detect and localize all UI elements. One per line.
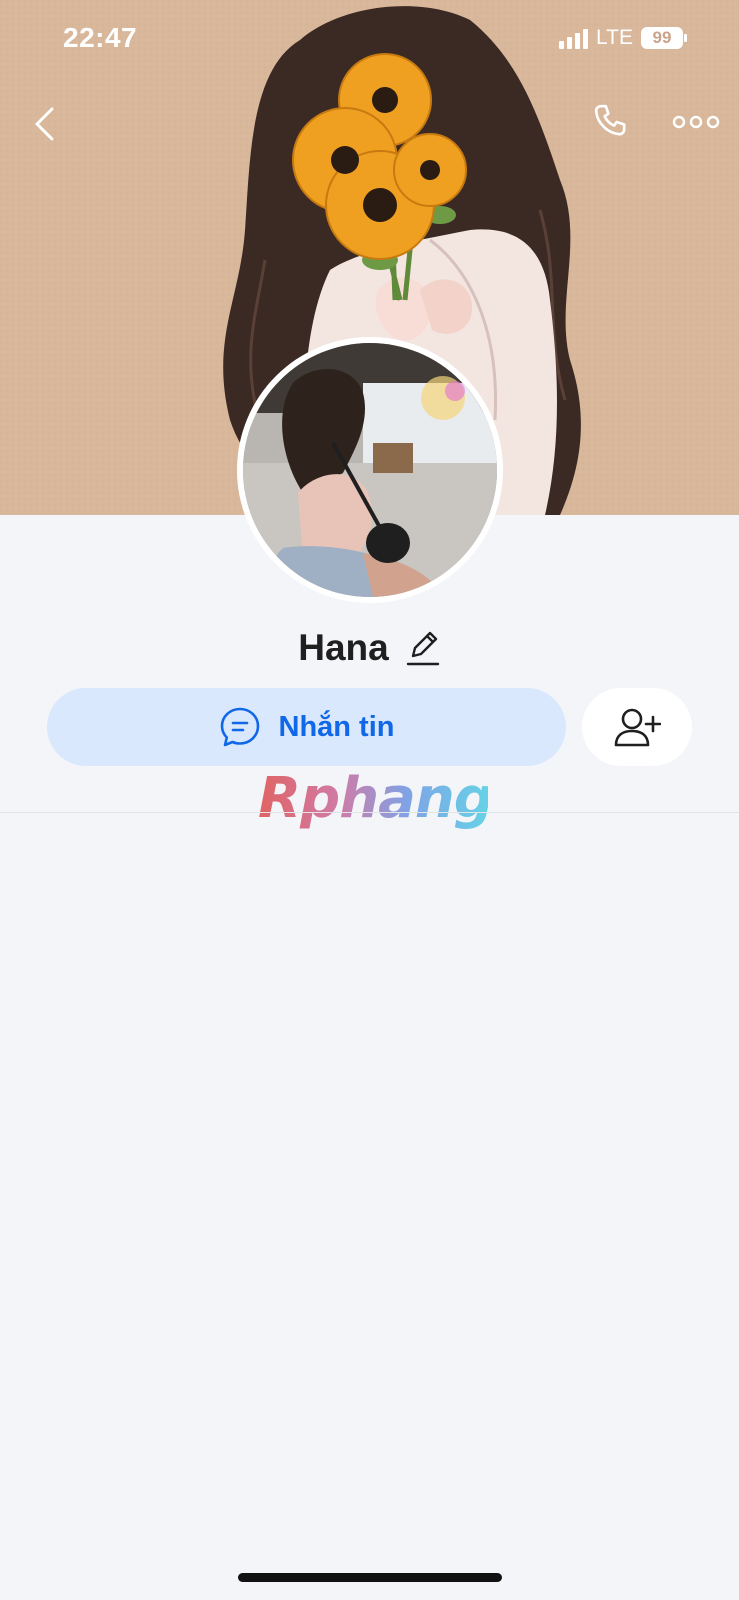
chat-bubble-icon (220, 707, 259, 747)
more-horizontal-icon (672, 115, 720, 129)
add-user-icon (614, 708, 661, 747)
section-divider (0, 812, 739, 813)
add-friend-button[interactable] (582, 688, 692, 766)
network-type: LTE (596, 26, 633, 49)
profile-name-row: Hana (0, 620, 739, 676)
chevron-left-icon (35, 107, 54, 141)
battery-icon: 99 (641, 27, 687, 49)
message-button-label: Nhắn tin (278, 710, 395, 743)
watermark-logo: Rphang (258, 766, 494, 831)
status-indicators: LTE 99 (559, 26, 687, 50)
signal-icon (559, 27, 589, 49)
back-button[interactable] (28, 102, 60, 146)
avatar[interactable] (237, 337, 503, 603)
phone-icon (594, 104, 626, 136)
profile-name: Hana (298, 627, 389, 668)
message-button[interactable]: Nhắn tin (47, 688, 566, 766)
home-indicator[interactable] (238, 1573, 502, 1582)
status-time: 22:47 (63, 22, 138, 53)
more-button[interactable] (670, 106, 722, 138)
pencil-icon[interactable] (405, 628, 441, 668)
call-button[interactable] (588, 100, 632, 144)
battery-level: 99 (652, 28, 672, 47)
status-bar: 22:47 LTE 99 (0, 0, 739, 80)
avatar-photo (243, 343, 497, 597)
